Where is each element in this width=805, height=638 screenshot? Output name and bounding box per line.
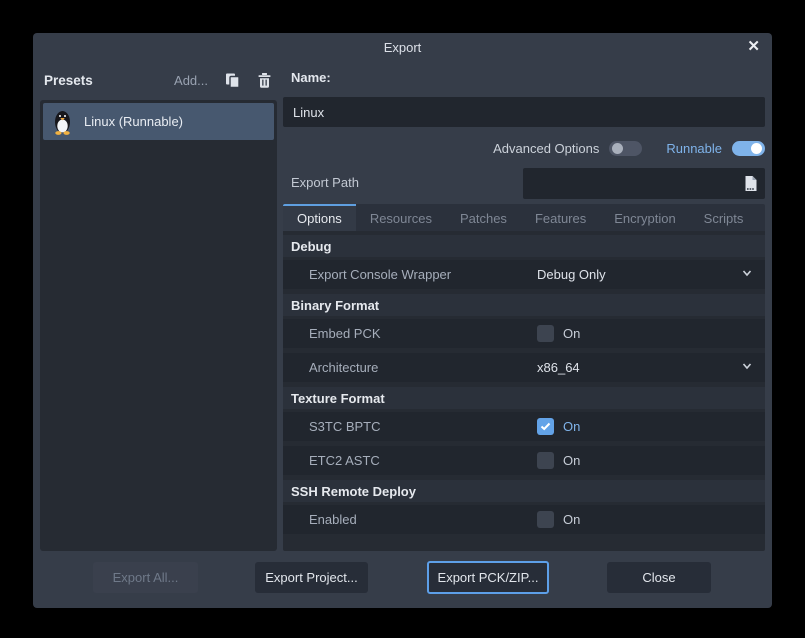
presets-header: Presets Add... — [44, 69, 277, 91]
export-path-input[interactable] — [523, 168, 735, 199]
export-dialog: Export ✕ Presets Add... — [33, 33, 772, 608]
tab-resources[interactable]: Resources — [356, 204, 446, 231]
name-input[interactable] — [283, 97, 765, 127]
tux-penguin-icon — [52, 109, 73, 135]
property-label: Enabled — [283, 512, 357, 527]
s3tc-bptc-checkbox[interactable]: On — [525, 412, 765, 441]
export-all-button: Export All... — [93, 562, 198, 593]
runnable-toggle[interactable] — [732, 141, 765, 156]
embed-pck-checkbox[interactable]: On — [525, 319, 765, 348]
toggles-row: Advanced Options Runnable — [493, 136, 765, 160]
row-enabled: Enabled On — [283, 505, 765, 534]
row-etc2-astc: ETC2 ASTC On — [283, 446, 765, 475]
checkbox-unchecked — [537, 452, 554, 469]
tab-options[interactable]: Options — [283, 204, 356, 231]
dialog-title: Export — [33, 40, 772, 55]
tab-scripts[interactable]: Scripts — [690, 204, 758, 231]
checkbox-label: On — [563, 512, 580, 527]
row-s3tc-bptc: S3TC BPTC On — [283, 412, 765, 441]
advanced-options-toggle[interactable] — [609, 141, 642, 156]
export-console-wrapper-dropdown[interactable]: Debug Only — [525, 260, 765, 289]
checkbox-label: On — [563, 419, 580, 434]
close-button[interactable]: Close — [607, 562, 711, 593]
section-texture-format: Texture Format — [283, 387, 765, 409]
checkbox-label: On — [563, 453, 580, 468]
preset-item-label: Linux (Runnable) — [84, 114, 183, 129]
browse-file-icon[interactable] — [735, 168, 765, 199]
chevron-down-icon — [741, 266, 753, 284]
row-export-console-wrapper: Export Console Wrapper Debug Only — [283, 260, 765, 289]
toggle-knob — [612, 143, 623, 154]
property-label: Embed PCK — [283, 326, 381, 341]
etc2-astc-checkbox[interactable]: On — [525, 446, 765, 475]
section-debug: Debug — [283, 235, 765, 257]
checkbox-checked — [537, 418, 554, 435]
export-project-button[interactable]: Export Project... — [255, 562, 368, 593]
tab-bar: Options Resources Patches Features Encry… — [283, 204, 765, 231]
toggle-knob — [751, 143, 762, 154]
preset-item-linux[interactable]: Linux (Runnable) — [43, 103, 274, 140]
checkbox-unchecked — [537, 325, 554, 342]
property-label: S3TC BPTC — [283, 419, 381, 434]
tab-patches[interactable]: Patches — [446, 204, 521, 231]
options-panel: Debug Export Console Wrapper Debug Only … — [283, 231, 765, 551]
property-label: Architecture — [283, 360, 378, 375]
name-label: Name: — [291, 70, 331, 85]
export-path-row: Export Path — [283, 168, 765, 199]
ssh-enabled-checkbox[interactable]: On — [525, 505, 765, 534]
export-pck-zip-button[interactable]: Export PCK/ZIP... — [427, 561, 549, 594]
presets-heading: Presets — [44, 73, 93, 88]
advanced-options-label: Advanced Options — [493, 141, 599, 156]
dropdown-value: x86_64 — [537, 360, 580, 375]
chevron-down-icon — [741, 359, 753, 377]
checkbox-unchecked — [537, 511, 554, 528]
tab-encryption[interactable]: Encryption — [600, 204, 689, 231]
property-label: ETC2 ASTC — [283, 453, 380, 468]
architecture-dropdown[interactable]: x86_64 — [525, 353, 765, 382]
row-embed-pck: Embed PCK On — [283, 319, 765, 348]
dropdown-value: Debug Only — [537, 267, 606, 282]
export-path-field — [523, 168, 765, 199]
row-architecture: Architecture x86_64 — [283, 353, 765, 382]
duplicate-icon[interactable] — [224, 72, 241, 89]
delete-icon[interactable] — [256, 72, 273, 89]
close-icon[interactable]: ✕ — [747, 38, 760, 56]
checkbox-label: On — [563, 326, 580, 341]
section-binary-format: Binary Format — [283, 294, 765, 316]
section-ssh-remote-deploy: SSH Remote Deploy — [283, 480, 765, 502]
runnable-label: Runnable — [666, 141, 722, 156]
add-preset-button[interactable]: Add... — [174, 73, 208, 88]
preset-list: Linux (Runnable) — [40, 100, 277, 551]
property-label: Export Console Wrapper — [283, 267, 451, 282]
export-path-label: Export Path — [291, 175, 359, 190]
tab-features[interactable]: Features — [521, 204, 600, 231]
